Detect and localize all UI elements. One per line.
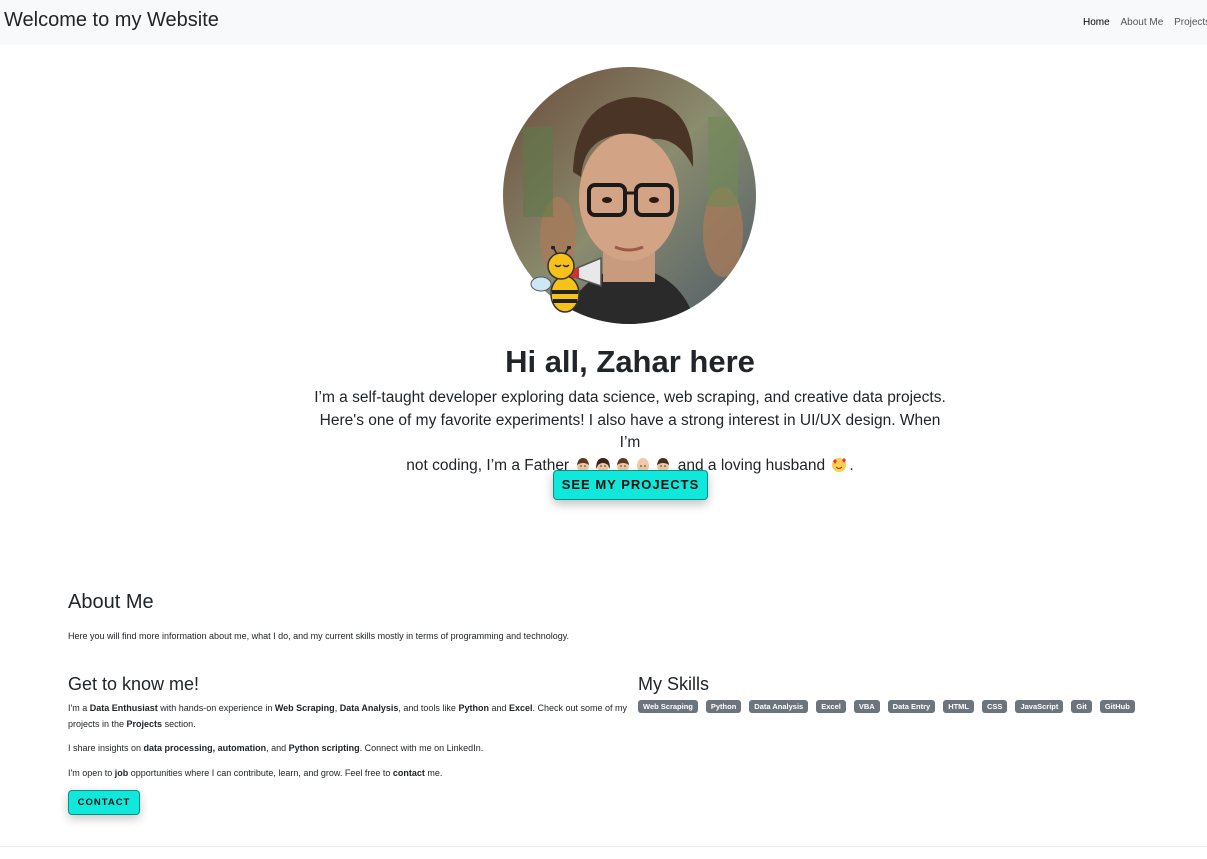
hero-text-period: . xyxy=(849,456,854,474)
bee-megaphone-sticker-icon xyxy=(527,245,607,318)
hero-intro-text: I’m a self-taught developer exploring da… xyxy=(314,387,946,477)
about-title: About Me xyxy=(68,591,154,613)
skill-badge: Web Scraping xyxy=(638,700,698,713)
contact-button[interactable]: CONTACT xyxy=(68,790,140,815)
skill-badge: CSS xyxy=(982,700,1008,713)
site-brand[interactable]: Welcome to my Website xyxy=(4,9,219,32)
know-paragraph-3: I'm open to job opportunities where I ca… xyxy=(68,768,443,778)
skill-badge: VBA xyxy=(853,700,880,713)
about-text: Here you will find more information abou… xyxy=(68,631,570,641)
skill-badge: Data Analysis xyxy=(749,700,809,713)
know-paragraph-2: I share insights on data processing, aut… xyxy=(68,743,484,753)
navbar: Welcome to my Website Home About Me Proj… xyxy=(0,0,1207,45)
skill-badge: JavaScript xyxy=(1015,700,1064,713)
know-paragraph-1: I'm a Data Enthusiast with hands-on expe… xyxy=(68,703,628,729)
skill-badge: Git xyxy=(1071,700,1092,713)
nav-links: Home About Me Projects xyxy=(1083,17,1207,28)
skill-badge: Python xyxy=(705,700,742,713)
nav-about-link[interactable]: About Me xyxy=(1120,17,1163,28)
nav-home-link[interactable]: Home xyxy=(1083,17,1110,28)
know-title: Get to know me! xyxy=(68,674,200,694)
hero-text-line-1: I’m a self-taught developer exploring da… xyxy=(314,389,946,406)
smiling-face-with-hearts-icon xyxy=(832,457,847,472)
skill-badge: Data Entry xyxy=(887,700,936,713)
skill-badge: GitHub xyxy=(1099,700,1135,713)
skill-badge: HTML xyxy=(943,700,975,713)
skills-title: My Skills xyxy=(638,674,709,694)
skill-badge: Excel xyxy=(816,700,846,713)
hero-text-line-2: Here's one of my favorite experiments! I… xyxy=(319,411,941,452)
skills-badge-list: Web Scraping Python Data Analysis Excel VBA D… xyxy=(638,700,1198,718)
nav-projects-link[interactable]: Projects xyxy=(1174,17,1207,28)
hero-text-father: not coding, I’m a Father xyxy=(406,456,570,474)
bottom-divider xyxy=(0,846,1207,847)
see-projects-button[interactable]: SEE MY PROJECTS xyxy=(553,470,708,500)
hero-title: Hi all, Zahar here xyxy=(505,344,755,379)
